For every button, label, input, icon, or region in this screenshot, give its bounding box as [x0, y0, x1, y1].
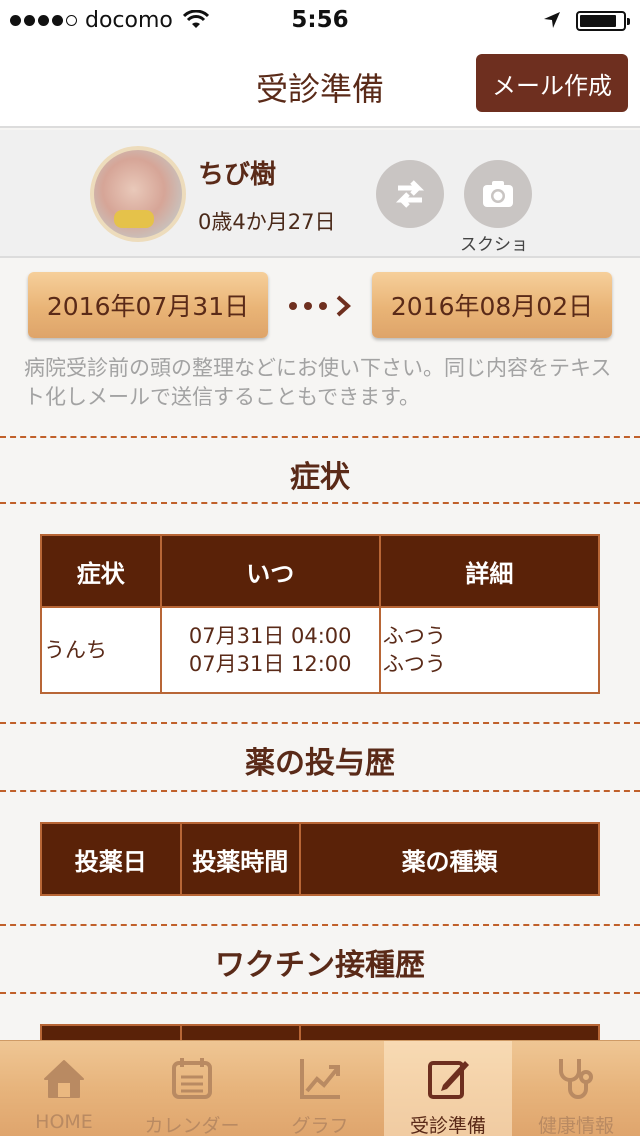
- date-range: 2016年07月31日 2016年08月02日: [0, 270, 640, 342]
- screenshot-button[interactable]: [464, 160, 532, 228]
- column-header-when: いつ: [159, 534, 381, 608]
- edit-icon: [428, 1061, 469, 1099]
- divider: [0, 790, 640, 792]
- tab-label: グラフ: [291, 1115, 349, 1136]
- tab-calendar[interactable]: カレンダー: [128, 1041, 256, 1136]
- divider: [0, 992, 640, 994]
- symptom-cell: うんち: [40, 606, 162, 694]
- symptoms-table: 症状 いつ 詳細 うんち 07月31日 04:00 07月31日 12:00 ふ…: [40, 534, 601, 694]
- column-header-date: 投薬日: [40, 822, 182, 896]
- signal-strength-icon: [10, 14, 77, 26]
- tab-home[interactable]: HOME: [0, 1041, 128, 1136]
- medication-table: 投薬日 投薬時間 薬の種類: [40, 822, 600, 896]
- battery-icon: [576, 11, 630, 31]
- vaccine-section-title: ワクチン接種歴: [215, 948, 425, 983]
- symptoms-section-title: 症状: [290, 460, 350, 495]
- location-arrow-icon: [544, 12, 560, 28]
- status-bar: docomo 5:56: [0, 0, 640, 40]
- nav-bar: 受診準備 メール作成: [0, 40, 640, 128]
- tab-label: 健康情報: [537, 1115, 614, 1136]
- tab-health-info[interactable]: 健康情報: [512, 1041, 640, 1136]
- screenshot-label: スクショ: [460, 235, 528, 255]
- divider: [0, 722, 640, 724]
- camera-icon: [483, 181, 513, 207]
- column-header-symptom: 症状: [40, 534, 162, 608]
- child-profile: ちび樹 0歳4か月27日 スクショ: [0, 130, 640, 258]
- tab-label: カレンダー: [144, 1115, 240, 1136]
- start-date-button[interactable]: 2016年07月31日: [28, 272, 268, 338]
- column-header-detail: 詳細: [378, 534, 601, 608]
- column-header-time: 投薬時間: [179, 822, 302, 896]
- tab-graph[interactable]: グラフ: [256, 1041, 384, 1136]
- tab-visit-prep[interactable]: 受診準備: [384, 1041, 512, 1136]
- stethoscope-icon: [559, 1059, 593, 1099]
- when-line: 07月31日 04:00: [188, 624, 352, 648]
- divider: [0, 502, 640, 504]
- when-line: 07月31日 12:00: [188, 652, 352, 676]
- detail-cell: ふつう ふつう: [378, 606, 601, 694]
- calendar-icon: [172, 1058, 212, 1099]
- end-date-button[interactable]: 2016年08月02日: [372, 272, 612, 338]
- child-name: ちび樹: [198, 160, 277, 190]
- wifi-icon: [182, 10, 209, 28]
- divider: [0, 436, 640, 438]
- medication-section-title: 薬の投与歴: [245, 746, 395, 781]
- graph-icon: [300, 1059, 340, 1099]
- swap-arrows-icon: [395, 180, 425, 208]
- divider: [0, 924, 640, 926]
- carrier-name: docomo: [85, 7, 173, 33]
- child-age: 0歳4か月27日: [198, 210, 336, 234]
- table-row: うんち 07月31日 04:00 07月31日 12:00 ふつう ふつう: [40, 606, 601, 694]
- child-avatar[interactable]: [90, 146, 186, 242]
- compose-mail-button[interactable]: メール作成: [476, 54, 628, 112]
- switch-child-button[interactable]: [376, 160, 444, 228]
- detail-line: ふつう: [382, 652, 446, 676]
- home-icon: [44, 1060, 84, 1098]
- when-cell: 07月31日 04:00 07月31日 12:00: [159, 606, 381, 694]
- tab-label: HOME: [35, 1111, 93, 1133]
- description-text: 病院受診前の頭の整理などにお使い下さい。同じ内容をテキスト化しメールで送信するこ…: [24, 356, 612, 409]
- column-header-medicine-type: 薬の種類: [299, 822, 600, 896]
- tab-bar: HOME カレンダー グラフ 受診準備 健康情報: [0, 1040, 640, 1136]
- tab-label: 受診準備: [409, 1115, 486, 1136]
- detail-line: ふつう: [382, 624, 446, 648]
- dotted-arrow-icon: [289, 295, 351, 317]
